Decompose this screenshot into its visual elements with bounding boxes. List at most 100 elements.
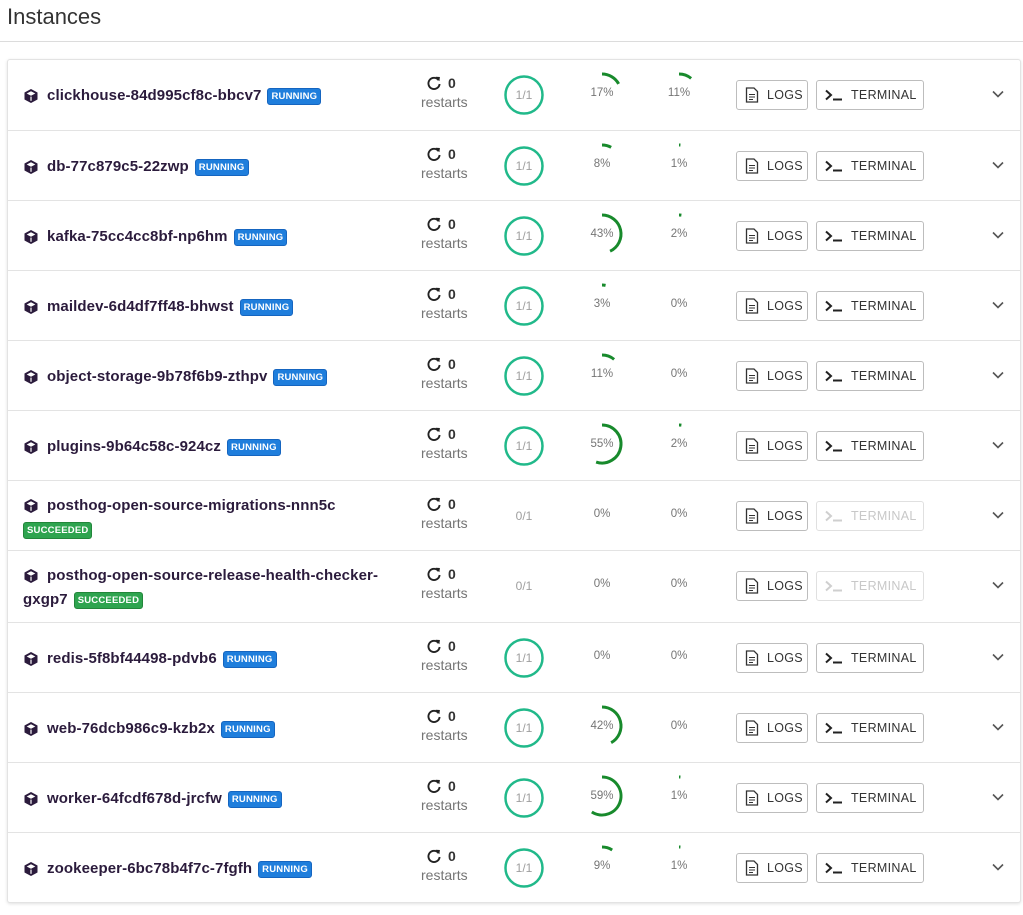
terminal-label: TERMINAL: [851, 791, 917, 805]
document-icon: [745, 578, 759, 594]
memory-gauge-value: 2%: [670, 228, 688, 240]
logs-button[interactable]: LOGS: [736, 643, 808, 673]
instance-row[interactable]: posthog-open-source-release-health-check…: [8, 550, 1020, 622]
status-badge: RUNNING: [222, 651, 277, 668]
instance-row[interactable]: web-76dcb986c9-kzb2x RUNNING 0 restarts 1/1 4…: [8, 692, 1020, 762]
pod-name-cell: maildev-6d4df7ff48-bhwst RUNNING: [23, 295, 398, 319]
chevron-down-icon[interactable]: [991, 722, 1005, 732]
document-icon: [745, 87, 759, 103]
logs-label: LOGS: [767, 509, 803, 523]
chevron-down-icon[interactable]: [991, 89, 1005, 99]
pod-name: web-76dcb986c9-kzb2x: [47, 720, 215, 737]
terminal-prompt-icon: [825, 89, 842, 101]
logs-button[interactable]: LOGS: [736, 431, 808, 461]
pod-name-cell: plugins-9b64c58c-924cz RUNNING: [23, 435, 398, 459]
terminal-label: TERMINAL: [851, 651, 917, 665]
memory-gauge-value: 1%: [670, 860, 688, 872]
instance-row[interactable]: posthog-open-source-migrations-nnn5c SUCC…: [8, 480, 1020, 550]
logs-button[interactable]: LOGS: [736, 221, 808, 251]
instance-row[interactable]: kafka-75cc4cc8bf-np6hm RUNNING 0 restarts 1/…: [8, 200, 1020, 270]
restarts-label: restarts: [421, 165, 468, 181]
instance-list: clickhouse-84d995cf8c-bbcv7 RUNNING 0 resta…: [7, 59, 1021, 903]
memory-gauge-value: 2%: [670, 438, 688, 450]
restarts-label: restarts: [421, 657, 468, 673]
chevron-down-icon[interactable]: [991, 580, 1005, 590]
instance-row[interactable]: zookeeper-6bc78b4f7c-7fgfh RUNNING 0 restar…: [8, 832, 1020, 902]
logs-button[interactable]: LOGS: [736, 783, 808, 813]
instance-row[interactable]: clickhouse-84d995cf8c-bbcv7 RUNNING 0 resta…: [8, 60, 1020, 130]
cpu-gauge-value: 42%: [590, 720, 614, 732]
ready-count: 1/1: [515, 369, 533, 383]
instance-row[interactable]: maildev-6d4df7ff48-bhwst RUNNING 0 restarts…: [8, 270, 1020, 340]
instance-row[interactable]: object-storage-9b78f6b9-zthpv RUNNING 0 res…: [8, 340, 1020, 410]
cube-icon: [24, 652, 38, 666]
document-icon: [745, 790, 759, 806]
logs-button[interactable]: LOGS: [736, 501, 808, 531]
logs-label: LOGS: [767, 651, 803, 665]
logs-label: LOGS: [767, 299, 803, 313]
refresh-icon: [427, 709, 441, 723]
terminal-button[interactable]: TERMINAL: [816, 713, 924, 743]
terminal-button[interactable]: TERMINAL: [816, 80, 924, 110]
terminal-button[interactable]: TERMINAL: [816, 431, 924, 461]
pod-name: worker-64fcdf678d-jrcfw: [47, 790, 222, 807]
cube-icon: [24, 499, 38, 513]
logs-button[interactable]: LOGS: [736, 361, 808, 391]
refresh-icon: [427, 849, 441, 863]
chevron-down-icon[interactable]: [991, 440, 1005, 450]
instance-row[interactable]: redis-5f8bf44498-pdvb6 RUNNING 0 restarts 1/…: [8, 622, 1020, 692]
logs-button[interactable]: LOGS: [736, 571, 808, 601]
restart-count: 0: [448, 496, 456, 512]
instance-row[interactable]: db-77c879c5-22zwp RUNNING 0 restarts 1/1 8% 1%…: [8, 130, 1020, 200]
terminal-button[interactable]: TERMINAL: [816, 151, 924, 181]
document-icon: [745, 158, 759, 174]
logs-label: LOGS: [767, 439, 803, 453]
logs-button[interactable]: LOGS: [736, 853, 808, 883]
terminal-button[interactable]: TERMINAL: [816, 361, 924, 391]
terminal-button[interactable]: TERMINAL: [816, 783, 924, 813]
cpu-gauge-value: 55%: [590, 438, 614, 450]
cube-icon: [24, 89, 38, 103]
terminal-button[interactable]: TERMINAL: [816, 853, 924, 883]
chevron-down-icon[interactable]: [991, 792, 1005, 802]
pod-name: kafka-75cc4cc8bf-np6hm: [47, 228, 228, 245]
document-icon: [745, 650, 759, 666]
logs-button[interactable]: LOGS: [736, 80, 808, 110]
pod-name-cell: kafka-75cc4cc8bf-np6hm RUNNING: [23, 225, 398, 249]
ready-count: 1/1: [515, 861, 533, 875]
restarts-label: restarts: [421, 375, 468, 391]
chevron-down-icon[interactable]: [991, 160, 1005, 170]
pod-name-cell: posthog-open-source-release-health-check…: [23, 564, 398, 612]
ready-count: 1/1: [515, 159, 533, 173]
document-icon: [745, 298, 759, 314]
restart-count: 0: [448, 708, 456, 724]
cube-icon: [24, 160, 38, 174]
refresh-icon: [427, 357, 441, 371]
refresh-icon: [427, 147, 441, 161]
cube-icon: [24, 792, 38, 806]
terminal-button[interactable]: TERMINAL: [816, 221, 924, 251]
chevron-down-icon[interactable]: [991, 300, 1005, 310]
chevron-down-icon[interactable]: [991, 510, 1005, 520]
refresh-icon: [427, 76, 441, 90]
logs-label: LOGS: [767, 159, 803, 173]
memory-gauge-value: 0%: [670, 508, 688, 520]
memory-gauge-value: 0%: [670, 578, 688, 590]
chevron-down-icon[interactable]: [991, 230, 1005, 240]
logs-button[interactable]: LOGS: [736, 713, 808, 743]
pod-name: object-storage-9b78f6b9-zthpv: [47, 368, 268, 385]
chevron-down-icon[interactable]: [991, 652, 1005, 662]
instance-row[interactable]: worker-64fcdf678d-jrcfw RUNNING 0 restarts 1…: [8, 762, 1020, 832]
chevron-down-icon[interactable]: [991, 370, 1005, 380]
page-header: Instances: [0, 0, 1023, 42]
logs-button[interactable]: LOGS: [736, 151, 808, 181]
instance-row[interactable]: plugins-9b64c58c-924cz RUNNING 0 restarts 1/…: [8, 410, 1020, 480]
chevron-down-icon[interactable]: [991, 862, 1005, 872]
terminal-button[interactable]: TERMINAL: [816, 643, 924, 673]
terminal-prompt-icon: [825, 510, 842, 522]
logs-button[interactable]: LOGS: [736, 291, 808, 321]
memory-gauge-value: 1%: [670, 790, 688, 802]
logs-label: LOGS: [767, 369, 803, 383]
cpu-gauge-value: 0%: [593, 508, 611, 520]
terminal-button[interactable]: TERMINAL: [816, 291, 924, 321]
